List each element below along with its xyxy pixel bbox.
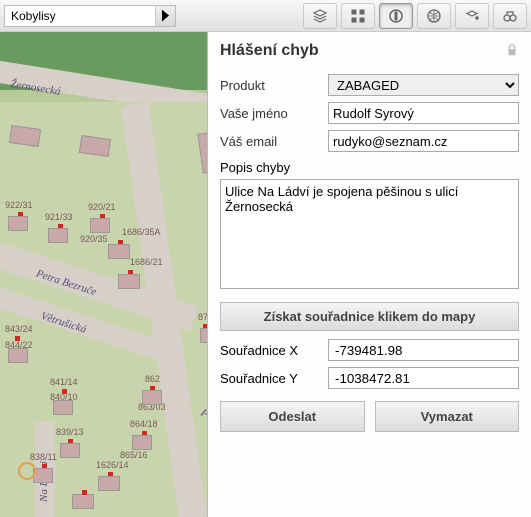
grid-button[interactable] bbox=[341, 3, 375, 29]
globe-icon bbox=[426, 8, 442, 24]
parcel-label: 1686/21 bbox=[130, 257, 163, 267]
email-input[interactable] bbox=[328, 130, 519, 152]
parcel-label: 839/13 bbox=[56, 427, 84, 437]
addlayer-button[interactable] bbox=[455, 3, 489, 29]
description-label: Popis chyby bbox=[220, 160, 519, 175]
binoculars-button[interactable] bbox=[493, 3, 527, 29]
parcel-label: 920/21 bbox=[88, 202, 116, 212]
parcel-label: 838/11 bbox=[30, 452, 57, 462]
clear-button[interactable]: Vymazat bbox=[375, 401, 520, 432]
product-select[interactable]: ZABAGED bbox=[328, 74, 519, 96]
search-input[interactable] bbox=[5, 6, 155, 26]
search-wrap bbox=[4, 5, 176, 27]
grid-icon bbox=[350, 8, 366, 24]
parcel-label: 843/24 bbox=[5, 324, 33, 334]
description-textarea[interactable] bbox=[220, 179, 519, 289]
coord-x-label: Souřadnice X bbox=[220, 343, 328, 358]
info-button[interactable] bbox=[379, 3, 413, 29]
toolbar bbox=[0, 0, 531, 32]
arrow-right-icon bbox=[156, 6, 175, 25]
parcel-label: 841/14 bbox=[50, 377, 78, 387]
get-coordinates-button[interactable]: Získat souřadnice klikem do mapy bbox=[220, 302, 519, 331]
coord-y-label: Souřadnice Y bbox=[220, 371, 328, 386]
parcel-label: 864/18 bbox=[130, 419, 158, 429]
error-report-panel: Hlášení chyb Produkt ZABAGED Vaše jméno … bbox=[207, 32, 531, 517]
binoculars-icon bbox=[502, 8, 518, 24]
email-label: Váš email bbox=[220, 134, 328, 149]
coord-x-input[interactable] bbox=[328, 339, 519, 361]
parcel-label: 877/37 bbox=[198, 312, 207, 322]
name-input[interactable] bbox=[328, 102, 519, 124]
parcel-label: 862 bbox=[145, 374, 160, 384]
map-view[interactable]: Žernosecká Petra Bezruče Větrušická Petr… bbox=[0, 32, 207, 517]
parcel-label: 920/35 bbox=[80, 234, 108, 244]
parcel-label: 922/31 bbox=[5, 200, 33, 210]
globe-button[interactable] bbox=[417, 3, 451, 29]
parcel-label: 1626/14 bbox=[96, 460, 129, 470]
panel-title: Hlášení chyb bbox=[220, 42, 319, 60]
marker-icon bbox=[18, 462, 36, 480]
parcel-label: 1686/35A bbox=[122, 227, 161, 237]
main: Žernosecká Petra Bezruče Větrušická Petr… bbox=[0, 32, 531, 517]
parcel-label: 921/33 bbox=[45, 212, 73, 222]
name-label: Vaše jméno bbox=[220, 106, 328, 121]
lock-icon bbox=[505, 43, 519, 60]
addlayer-icon bbox=[464, 8, 480, 24]
layers-icon bbox=[312, 8, 328, 24]
coord-y-input[interactable] bbox=[328, 367, 519, 389]
parcel-label: 865/16 bbox=[120, 450, 148, 460]
info-icon bbox=[388, 8, 404, 24]
search-go-button[interactable] bbox=[155, 6, 175, 26]
layers-button[interactable] bbox=[303, 3, 337, 29]
product-label: Produkt bbox=[220, 78, 328, 93]
send-button[interactable]: Odeslat bbox=[220, 401, 365, 432]
